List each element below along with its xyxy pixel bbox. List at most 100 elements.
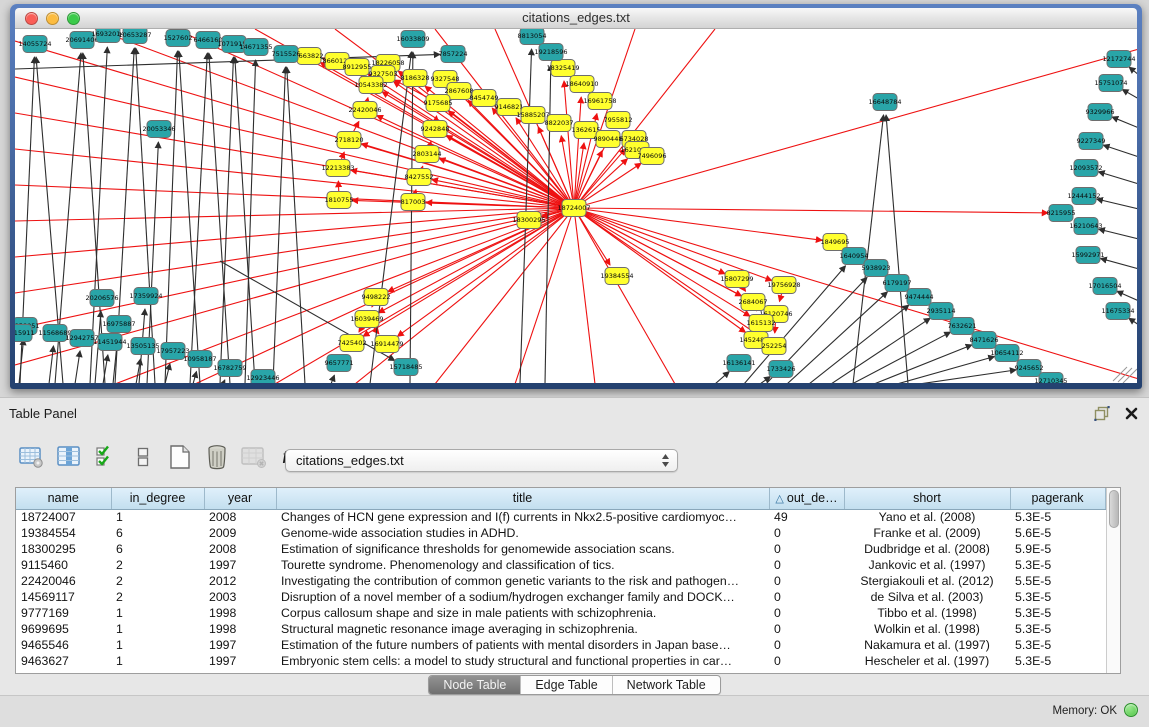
graph-edge[interactable] xyxy=(897,357,994,383)
table-scrollbar[interactable] xyxy=(1106,488,1121,673)
table-cell[interactable]: 1997 xyxy=(204,557,276,573)
table-selector[interactable]: citations_edges.txt xyxy=(285,449,678,472)
graph-edge[interactable] xyxy=(245,60,256,383)
table-cell[interactable]: 0 xyxy=(769,525,844,541)
graph-node[interactable]: 19384554 xyxy=(600,268,633,285)
table-row[interactable]: 1938455462009Genome-wide association stu… xyxy=(16,525,1105,541)
table-row[interactable]: 1872400712008Changes of HCN gene express… xyxy=(16,509,1105,525)
graph-node[interactable]: 16648784 xyxy=(868,94,901,111)
graph-edge[interactable] xyxy=(574,208,750,316)
graph-edge[interactable] xyxy=(223,380,225,383)
delete-table-button[interactable] xyxy=(203,443,230,470)
table-cell[interactable]: 18300295 xyxy=(16,541,111,557)
canvas-resize-handle[interactable] xyxy=(1113,367,1137,383)
tab-network-table[interactable]: Network Table xyxy=(613,676,720,694)
node-table-grid[interactable]: namein_degreeyeartitle△ out_de…shortpage… xyxy=(16,488,1106,669)
graph-node[interactable]: 9242848 xyxy=(421,121,450,138)
graph-node[interactable]: 7425402 xyxy=(338,335,367,352)
window-titlebar[interactable]: citations_edges.txt xyxy=(15,8,1137,29)
graph-node[interactable]: 14671355 xyxy=(239,39,272,56)
graph-node[interactable]: 17359924 xyxy=(129,288,162,305)
graph-node[interactable]: 9890448 xyxy=(594,131,623,148)
graph-node[interactable]: 8822037 xyxy=(545,115,574,132)
table-cell[interactable]: Structural magnetic resonance image aver… xyxy=(276,621,769,637)
table-cell[interactable]: 9465546 xyxy=(16,637,111,653)
graph-node[interactable]: 12923446 xyxy=(246,370,279,384)
graph-node[interactable]: 2935114 xyxy=(927,303,956,320)
table-cell[interactable]: 0 xyxy=(769,541,844,557)
table-cell[interactable]: 1 xyxy=(111,509,204,525)
table-cell[interactable]: 1 xyxy=(111,605,204,621)
graph-node[interactable]: 8427552 xyxy=(405,169,434,186)
graph-node[interactable]: 12710345 xyxy=(1034,373,1067,384)
table-cell[interactable]: 9115460 xyxy=(16,557,111,573)
graph-node[interactable]: 12172744 xyxy=(1102,51,1135,68)
table-cell[interactable]: 5.3E-5 xyxy=(1010,509,1105,525)
graph-edge[interactable] xyxy=(874,345,972,383)
table-cell[interactable]: 5.3E-5 xyxy=(1010,621,1105,637)
graph-edge[interactable] xyxy=(75,351,80,383)
table-cell[interactable]: Wolkin et al. (1998) xyxy=(844,621,1010,637)
table-cell[interactable]: 2012 xyxy=(204,573,276,589)
graph-edge[interactable] xyxy=(190,53,207,383)
table-cell[interactable]: 2 xyxy=(111,589,204,605)
table-cell[interactable]: Tourette syndrome. Phenomenology and cla… xyxy=(276,557,769,573)
graph-node[interactable]: 19218596 xyxy=(534,44,567,61)
graph-node[interactable]: 17016504 xyxy=(1088,278,1121,295)
graph-node[interactable]: 9657771 xyxy=(325,355,354,372)
table-row[interactable]: 969969511998Structural magnetic resonanc… xyxy=(16,621,1105,637)
table-cell[interactable]: 6 xyxy=(111,541,204,557)
table-cell[interactable]: de Silva et al. (2003) xyxy=(844,589,1010,605)
create-table-button[interactable] xyxy=(166,443,193,470)
graph-edge[interactable] xyxy=(760,377,770,383)
table-cell[interactable]: 1 xyxy=(111,653,204,669)
graph-node[interactable]: 6179197 xyxy=(883,275,912,292)
table-cell[interactable]: Franke et al. (2009) xyxy=(844,525,1010,541)
table-cell[interactable]: 1998 xyxy=(204,621,276,637)
table-cell[interactable]: 2009 xyxy=(204,525,276,541)
table-cell[interactable]: Stergiakouli et al. (2012) xyxy=(844,573,1010,589)
table-cell[interactable]: 5.3E-5 xyxy=(1010,557,1105,573)
graph-edge[interactable] xyxy=(1129,318,1137,325)
graph-node[interactable]: 9227349 xyxy=(1077,133,1106,150)
graph-edge[interactable] xyxy=(574,49,1137,208)
graph-edge[interactable] xyxy=(1098,172,1137,184)
graph-node[interactable]: 10654112 xyxy=(990,345,1023,362)
table-cell[interactable]: Yano et al. (2008) xyxy=(844,509,1010,525)
table-mode-button[interactable] xyxy=(18,443,45,470)
table-scrollbar-thumb[interactable] xyxy=(1109,490,1119,528)
table-row[interactable]: 1456911722003Disruption of a novel membe… xyxy=(16,589,1105,605)
graph-node[interactable]: 2718120 xyxy=(335,132,364,149)
table-cell[interactable]: 0 xyxy=(769,573,844,589)
table-cell[interactable]: Estimation of significance thresholds fo… xyxy=(276,541,769,557)
graph-node[interactable]: 3915911 xyxy=(15,325,34,342)
graph-edge[interactable] xyxy=(886,115,908,383)
table-cell[interactable]: Corpus callosum shape and size in male p… xyxy=(276,605,769,621)
graph-node[interactable]: 20053346 xyxy=(142,121,175,138)
column-header-in-degree[interactable]: in_degree xyxy=(111,488,204,509)
table-row[interactable]: 946362711997Embryonic stem cells: a mode… xyxy=(16,653,1105,669)
table-cell[interactable]: 0 xyxy=(769,557,844,573)
table-cell[interactable]: 0 xyxy=(769,653,844,669)
graph-edge[interactable] xyxy=(787,292,887,383)
table-cell[interactable]: 0 xyxy=(769,605,844,621)
graph-node[interactable]: 12213383 xyxy=(321,160,354,177)
graph-node[interactable]: 12444152 xyxy=(1067,188,1100,205)
table-row[interactable]: 911546021997Tourette syndrome. Phenomeno… xyxy=(16,557,1105,573)
table-cell[interactable]: 0 xyxy=(769,621,844,637)
tab-edge-table[interactable]: Edge Table xyxy=(521,676,612,694)
graph-node[interactable]: 11451944 xyxy=(93,334,126,351)
table-row[interactable]: 1830029562008Estimation of significance … xyxy=(16,541,1105,557)
graph-node[interactable]: 10958187 xyxy=(183,351,216,368)
table-cell[interactable]: 19384554 xyxy=(16,525,111,541)
graph-node[interactable]: 16039469 xyxy=(350,311,383,328)
graph-node[interactable]: 1733426 xyxy=(767,361,796,378)
table-cell[interactable]: 1998 xyxy=(204,605,276,621)
graph-edge[interactable] xyxy=(715,372,729,383)
graph-edge[interactable] xyxy=(574,208,1137,379)
graph-node[interactable]: 16975887 xyxy=(102,316,135,333)
graph-node[interactable]: 8471626 xyxy=(970,332,999,349)
table-cell[interactable]: 5.3E-5 xyxy=(1010,637,1105,653)
graph-edge[interactable] xyxy=(1097,199,1137,209)
graph-node[interactable]: 16914479 xyxy=(370,336,403,353)
